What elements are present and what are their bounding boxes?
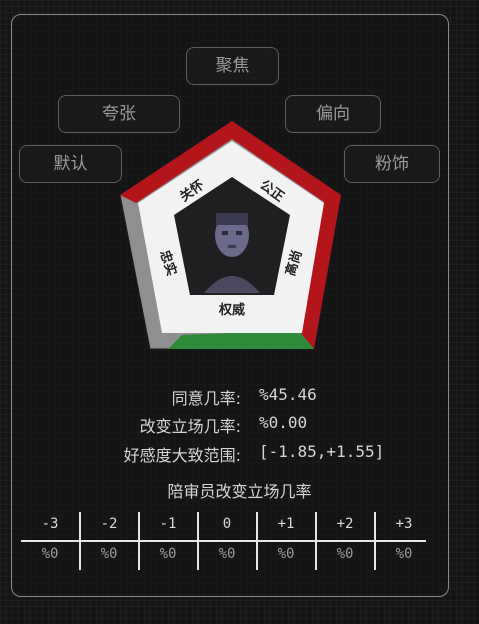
table-value-cell: %0 [218, 546, 236, 562]
value-authority-label: 权威 [218, 302, 245, 318]
table-header-cell: +2 [336, 516, 354, 532]
change-label: 改变立场几率: [139, 417, 241, 436]
agree-value: %45.46 [259, 385, 317, 404]
tag-default-button[interactable]: 默认 [19, 145, 122, 183]
table-header-cell: +3 [395, 516, 413, 532]
table-value-cell: %0 [159, 546, 177, 562]
change-value: %0.00 [259, 413, 308, 432]
agree-row: 同意几率: %45.46 [0, 385, 479, 408]
agree-label: 同意几率: [171, 389, 241, 408]
favor-value: [-1.85,+1.55] [259, 442, 385, 461]
table-value-cell: %0 [100, 546, 118, 562]
table-header-cell: +1 [277, 516, 295, 532]
juror-change-table: -3 -2 -1 0 +1 +2 +3 %0 %0 %0 %0 %0 %0 %0 [21, 512, 426, 572]
favor-label: 好感度大致范围: [123, 446, 241, 465]
table-divider [21, 540, 426, 542]
table-header-cell: -1 [159, 516, 177, 532]
table-value-cell: %0 [336, 546, 354, 562]
table-header-cell: 0 [222, 516, 232, 532]
favor-row: 好感度大致范围: [-1.85,+1.55] [0, 442, 479, 465]
table-header-cell: -3 [41, 516, 59, 532]
table-header-cell: -2 [100, 516, 118, 532]
table-value-cell: %0 [41, 546, 59, 562]
table-value-cell: %0 [277, 546, 295, 562]
table-value-cell: %0 [395, 546, 413, 562]
change-row: 改变立场几率: %0.00 [0, 413, 479, 436]
stance-pentagon: 关怀 公正 忠实 高尚 权威 [119, 120, 342, 350]
tag-embellish-button[interactable]: 粉饰 [344, 145, 440, 183]
juror-change-title: 陪审员改变立场几率 [167, 482, 312, 501]
tag-focus-button[interactable]: 聚焦 [186, 47, 279, 85]
